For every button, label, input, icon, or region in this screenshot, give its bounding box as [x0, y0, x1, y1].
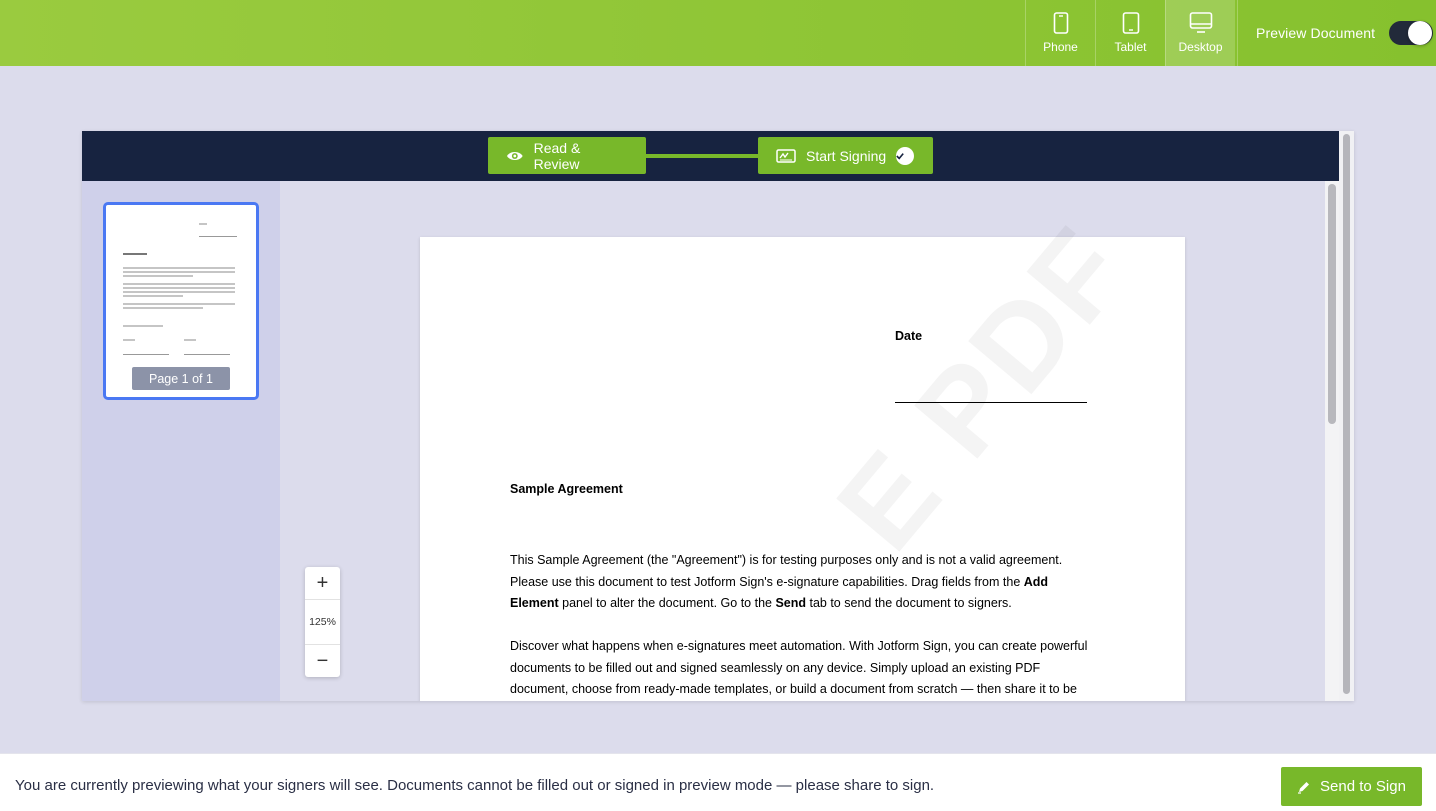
device-tab-desktop-label: Desktop: [1178, 40, 1223, 54]
paragraph-2: Discover what happens when e-signatures …: [510, 639, 1088, 696]
document-canvas: E PDF Date Sample Agreement This Sample …: [280, 181, 1325, 701]
device-tab-tablet[interactable]: Tablet: [1095, 0, 1165, 66]
canvas-scrollbar[interactable]: [1325, 181, 1339, 701]
top-bar: Phone Tablet Desktop Preview Document: [0, 0, 1436, 66]
document-page: E PDF Date Sample Agreement This Sample …: [420, 202, 1185, 701]
eye-icon: [506, 151, 523, 160]
viewer-scrollbar[interactable]: [1339, 131, 1354, 701]
signature-icon: [776, 148, 796, 163]
page-thumbnail[interactable]: Page 1 of 1: [103, 202, 259, 400]
device-tab-phone[interactable]: Phone: [1025, 0, 1095, 66]
tablet-icon: [1122, 12, 1139, 34]
step-start-signing-label: Start Signing: [806, 147, 887, 164]
paragraph-1: This Sample Agreement (the "Agreement") …: [510, 553, 1063, 610]
phone-icon: [1053, 12, 1068, 34]
preview-notice: You are currently previewing what your s…: [15, 777, 935, 794]
device-tab-phone-label: Phone: [1043, 40, 1078, 54]
document-title: Sample Agreement: [510, 482, 623, 496]
watermark: E PDF: [810, 201, 1156, 576]
step-read-review[interactable]: Read & Review: [488, 137, 646, 174]
device-tab-tablet-label: Tablet: [1114, 40, 1147, 54]
check-icon: [896, 146, 915, 165]
canvas-scrollbar-thumb[interactable]: [1328, 184, 1336, 424]
page-thumbnail-sidebar: Page 1 of 1: [82, 181, 280, 701]
preview-toggle-knob: [1408, 21, 1433, 45]
date-field-line: [895, 402, 1087, 403]
preview-document-control: Preview Document: [1237, 0, 1436, 66]
send-to-sign-label: Send to Sign: [1320, 778, 1406, 795]
send-to-sign-button[interactable]: Send to Sign: [1281, 767, 1422, 806]
step-connector: [646, 154, 758, 158]
device-tab-desktop[interactable]: Desktop: [1165, 0, 1235, 66]
document-viewer: Read & Review Start Signing Page 1 of 1 …: [82, 131, 1354, 701]
pen-icon: [1298, 781, 1310, 794]
zoom-in-button[interactable]: +: [305, 567, 340, 599]
zoom-out-button[interactable]: −: [305, 645, 340, 677]
preview-document-label: Preview Document: [1256, 25, 1376, 41]
bottom-bar: You are currently previewing what your s…: [0, 753, 1436, 811]
device-tabs: Phone Tablet Desktop: [1025, 0, 1235, 66]
step-start-signing[interactable]: Start Signing: [758, 137, 933, 174]
desktop-icon: [1189, 12, 1212, 33]
date-label: Date: [895, 329, 923, 343]
viewer-scrollbar-thumb[interactable]: [1343, 134, 1350, 694]
page-indicator: Page 1 of 1: [132, 367, 230, 390]
preview-toggle[interactable]: [1389, 21, 1434, 45]
zoom-control: + 125% −: [305, 567, 340, 677]
viewer-header: Read & Review Start Signing: [82, 131, 1339, 181]
zoom-level: 125%: [305, 599, 340, 645]
step-read-review-label: Read & Review: [533, 139, 581, 172]
